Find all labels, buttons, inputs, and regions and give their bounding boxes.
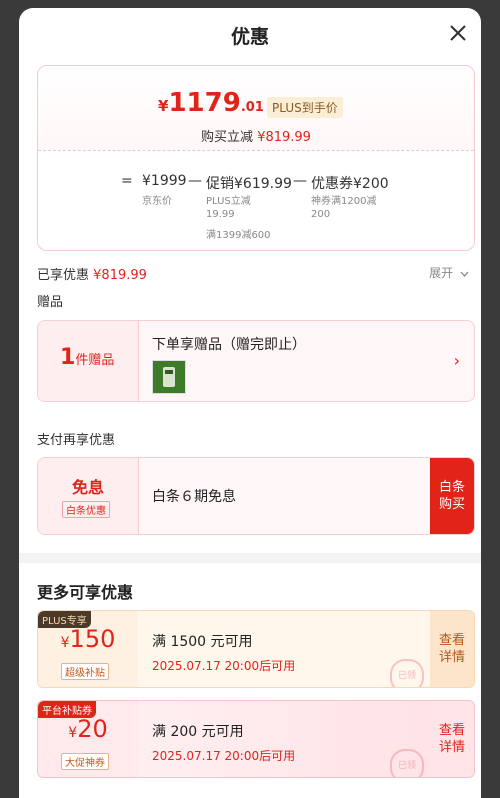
view-details-button[interactable]: 查看 详情 [430,611,474,687]
gift-count: 1件赠品 [60,345,115,370]
jd-price-label: 京东价 [142,196,172,207]
more-discounts-title: 更多可享优惠 [37,583,134,602]
coupon-date: 2025.07.17 20:00后可用 [152,749,296,763]
coupon-label: 大促神券 [61,753,109,770]
coupon-amount: ¥150 [60,625,116,653]
coupon-card: 平台补贴券 ¥20 大促神券 满 200 元可用 2025.07.17 20:0… [37,700,475,778]
sheet-header: 优惠 [19,8,481,62]
interest-free-label: 免息 [71,478,104,497]
coupon-card: PLUS专享 ¥150 超级补贴 满 1500 元可用 2025.07.17 2… [37,610,475,688]
coupon-label: 超级补贴 [61,663,109,680]
promo-sub-2: 19.99 [206,209,235,220]
gift-count-panel: 1件赠品 [38,321,139,401]
claimed-stamp: 已领 [390,749,424,777]
coupon-sub-1: 神券满1200减 [311,196,377,207]
formula-area: = ¥1999 — 促销¥619.99 — 优惠券¥200 京东价 PLUS立减… [38,150,474,250]
claimed-stamp: 已领 [390,659,424,687]
enjoyed-discount: 已享优惠 ¥819.99 [37,268,147,283]
coupon-date: 2025.07.17 20:00后可用 [152,659,296,673]
chevron-right-icon: › [453,351,460,370]
price-breakdown-card: ¥1179.01 PLUS到手价 购买立减 ¥819.99 = ¥1999 — … [37,65,475,251]
close-icon[interactable] [447,22,469,44]
gift-product-image [153,361,185,393]
expand-button[interactable]: 展开 [429,264,469,281]
final-price-area: ¥1179.01 PLUS到手价 购买立减 ¥819.99 [38,66,474,150]
coupon-details: 满 200 元可用 2025.07.17 20:00后可用 已领 [140,701,430,777]
gift-section-title: 赠品 [37,295,64,310]
payment-card: 免息 白条优惠 白条６期免息 白条 购买 [37,457,475,535]
payment-badge-panel: 免息 白条优惠 [38,458,139,534]
final-price: ¥1179.01 [158,88,264,118]
promo-sub-1: PLUS立减 [206,196,251,207]
chevron-down-icon [460,271,469,277]
sheet-title: 优惠 [230,26,269,48]
section-divider [19,553,481,563]
coupon-amount: ¥20 [68,715,108,743]
baitiao-buy-button[interactable]: 白条 购买 [430,458,474,534]
baitiao-tag: 白条优惠 [62,501,110,518]
plus-price-tag: PLUS到手价 [267,97,343,118]
coupon-condition: 满 1500 元可用 [152,634,253,650]
discount-sheet: 优惠 ¥1179.01 PLUS到手价 购买立减 ¥819.99 = ¥1999… [19,8,481,798]
coupon-condition: 满 200 元可用 [152,724,244,740]
payment-section-title: 支付再享优惠 [37,433,116,448]
coupon-amount-panel: 平台补贴券 ¥20 大促神券 [38,701,138,777]
coupon-amount-panel: PLUS专享 ¥150 超级补贴 [38,611,138,687]
promo-sub-3: 满1399减600 [206,230,271,241]
instant-discount: 购买立减 ¥819.99 [201,130,311,145]
gift-thumbnail [152,360,186,394]
payment-text: 白条６期免息 [152,489,236,505]
view-details-button[interactable]: 查看 详情 [430,701,474,777]
gift-card[interactable]: 1件赠品 下单享赠品（赠完即止） › [37,320,475,402]
coupon-details: 满 1500 元可用 2025.07.17 20:00后可用 已领 [140,611,430,687]
gift-text: 下单享赠品（赠完即止） [152,337,306,353]
coupon-sub-2: 200 [311,209,331,220]
